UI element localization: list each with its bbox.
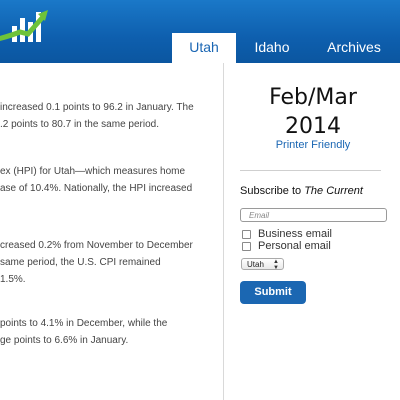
article-line: 1.5%.	[0, 274, 26, 285]
submit-button[interactable]: Submit	[240, 281, 306, 304]
tab-idaho[interactable]: Idaho	[236, 33, 308, 63]
article-line: same period, the U.S. CPI remained	[0, 257, 161, 268]
site-header: Utah Idaho Archives	[0, 0, 400, 63]
issue-month: Feb/Mar	[269, 85, 357, 110]
article-paragraph: ex (HPI) for Utah—which measures home as…	[0, 163, 222, 197]
article-line: creased 0.2% from November to December	[0, 240, 193, 251]
business-email-checkbox[interactable]	[242, 229, 251, 239]
business-email-label: Business email	[258, 228, 332, 240]
column-divider	[223, 63, 224, 400]
issue-title: Feb/Mar 2014	[238, 83, 388, 141]
tab-archives[interactable]: Archives	[308, 33, 400, 63]
article-paragraph: creased 0.2% from November to December s…	[0, 237, 222, 288]
article-line: ase of 10.4%. Nationally, the HPI increa…	[0, 183, 193, 194]
email-field[interactable]	[240, 208, 387, 222]
tab-utah[interactable]: Utah	[172, 33, 236, 63]
printer-friendly-link[interactable]: Printer Friendly	[238, 139, 388, 151]
article-paragraph: points to 4.1% in December, while the ge…	[0, 315, 222, 349]
personal-email-label: Personal email	[258, 240, 331, 252]
main-nav: Utah Idaho Archives	[172, 33, 400, 63]
select-arrows-icon: ▲ ▼	[273, 259, 279, 271]
personal-email-option[interactable]: Personal email	[242, 240, 331, 252]
issue-year: 2014	[285, 114, 341, 139]
rising-chart-logo-icon[interactable]	[0, 6, 50, 46]
sidebar-divider	[240, 170, 381, 171]
state-select[interactable]: Utah ▲ ▼	[241, 258, 284, 271]
article-line: ex (HPI) for Utah—which measures home	[0, 166, 186, 177]
business-email-option[interactable]: Business email	[242, 228, 332, 240]
article-line: increased 0.1 points to 96.2 in January.…	[0, 102, 194, 113]
article-line: ge points to 6.6% in January.	[0, 335, 129, 346]
article-paragraph: increased 0.1 points to 96.2 in January.…	[0, 99, 222, 133]
article-line: points to 4.1% in December, while the	[0, 318, 168, 329]
subscribe-heading: Subscribe to The Current	[240, 185, 363, 197]
article-line: .2 points to 80.7 in the same period.	[0, 119, 159, 130]
personal-email-checkbox[interactable]	[242, 241, 251, 251]
state-select-value: Utah	[247, 260, 264, 269]
newsletter-title: The Current	[304, 185, 363, 197]
subscribe-prefix: Subscribe to	[240, 185, 305, 197]
